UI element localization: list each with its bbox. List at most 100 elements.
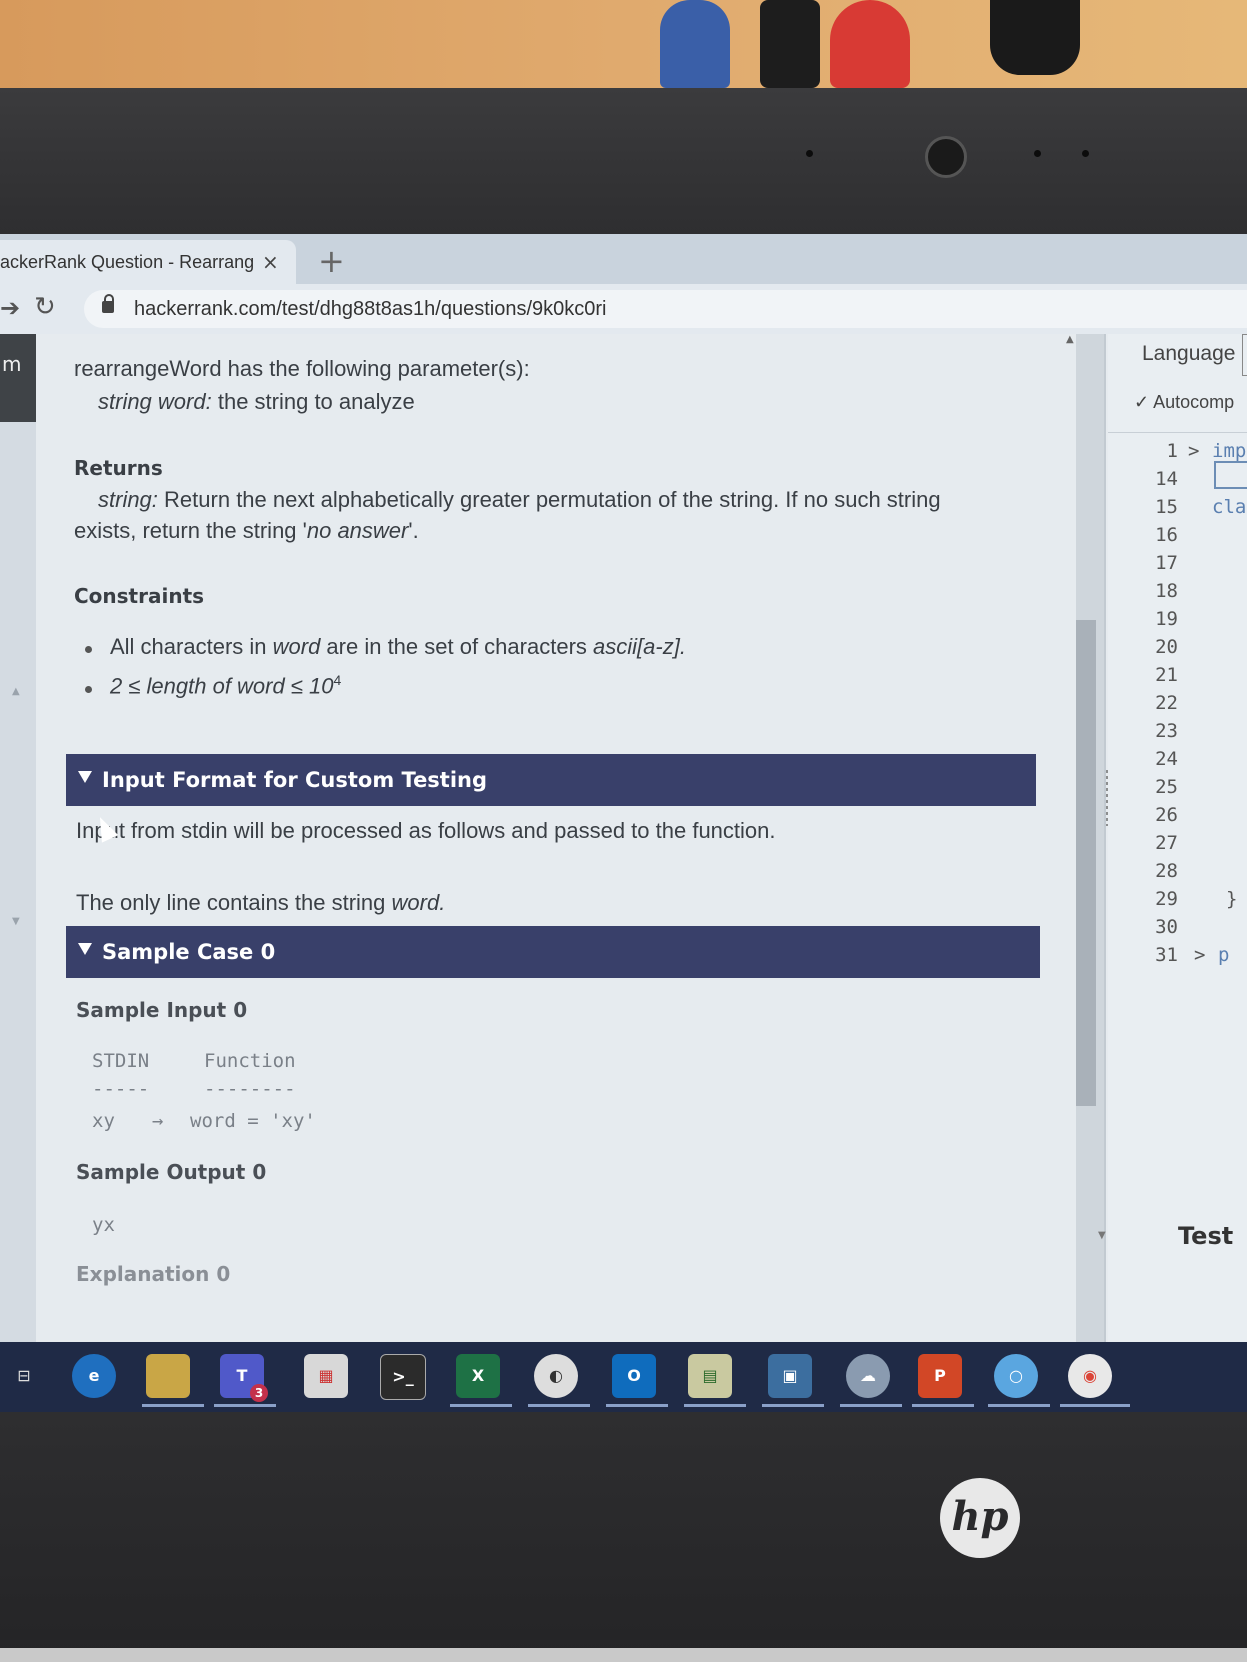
param-type: string word: [98, 389, 212, 414]
running-indicator [684, 1404, 746, 1407]
cortana-icon[interactable]: ○ [994, 1354, 1038, 1398]
constraint-1-b: are in the set of characters [320, 634, 594, 659]
lock-icon [102, 294, 114, 313]
tab-close-icon[interactable]: × [262, 250, 279, 274]
scroll-up-icon[interactable]: ▲ [1066, 334, 1074, 345]
bullet [85, 646, 92, 653]
line-number: 22 [1155, 692, 1178, 714]
powerpoint-icon[interactable]: P [918, 1354, 962, 1398]
editor-divider [1108, 432, 1247, 433]
left-rail-label: m [2, 352, 22, 376]
sample-case-header[interactable]: Sample Case 0 [66, 926, 1040, 978]
line-number: 14 [1155, 468, 1178, 490]
line-number: 30 [1155, 916, 1178, 938]
browser-tab-strip: ackerRank Question - Rearrang × + [0, 234, 1247, 284]
params-intro: rearrangeWord has the following paramete… [74, 356, 530, 381]
webcam [925, 136, 967, 178]
running-indicator [142, 1404, 204, 1407]
store-icon[interactable]: ▦ [304, 1354, 348, 1398]
collapse-down-icon[interactable]: ▼ [12, 916, 20, 927]
sample-output-heading: Sample Output 0 [76, 1160, 267, 1184]
back-arrow-icon[interactable]: ➔ [0, 294, 20, 322]
returns-desc-1: Return the next alphabetically greater p… [164, 487, 941, 512]
expand-arrow-icon [78, 771, 92, 783]
teams-icon[interactable]: T3 [220, 1354, 268, 1402]
address-bar[interactable]: hackerrank.com/test/dhg88t8as1h/question… [84, 290, 1247, 328]
background-object [990, 0, 1080, 75]
stdin-rule: ----- [92, 1078, 150, 1100]
input-format-header[interactable]: Input Format for Custom Testing [66, 754, 1036, 806]
url-text: hackerrank.com/test/dhg88t8as1h/question… [134, 298, 607, 320]
bullet [85, 686, 92, 693]
check-circle-icon: ✓ [1134, 392, 1150, 412]
background-object [660, 0, 730, 88]
chrome-icon[interactable]: ◉ [1068, 1354, 1112, 1398]
returns-line-1: string: Return the next alphabetically g… [98, 487, 941, 513]
returns-type: string: [98, 487, 158, 512]
terminal-icon[interactable]: >_ [380, 1354, 426, 1400]
returns-desc-2-post: '. [408, 518, 419, 543]
expand-arrow-icon [78, 943, 92, 955]
constraint-1-em: word [272, 634, 321, 659]
file-explorer-icon[interactable] [146, 1354, 190, 1398]
problem-statement: rearrangeWord has the following paramete… [36, 334, 1076, 1342]
pane-divider[interactable] [1104, 334, 1106, 1342]
scrollbar-thumb[interactable] [1076, 620, 1096, 1106]
constraint-2-text: 2 ≤ length of word ≤ 10 [110, 673, 334, 699]
laptop-base [0, 1648, 1247, 1662]
stdin-header: STDIN [92, 1050, 150, 1072]
code-line-1: imp [1212, 440, 1247, 462]
laptop-bezel-bottom [0, 1412, 1247, 1662]
line-number: 21 [1155, 664, 1178, 686]
teams-badge: 3 [250, 1384, 268, 1402]
app-lock-icon[interactable]: ▣ [768, 1354, 812, 1398]
fold-chevron-icon[interactable]: > [1194, 944, 1205, 966]
sample-case-title: Sample Case 0 [102, 940, 276, 964]
autocomplete-toggle[interactable]: ✓ Autocomp [1134, 392, 1234, 413]
excel-icon[interactable]: X [456, 1354, 500, 1398]
returns-desc-2-em: no answer [306, 518, 409, 543]
tab-title: ackerRank Question - Rearrang [0, 252, 255, 272]
arrow-icon: → [152, 1110, 164, 1132]
running-indicator [912, 1404, 974, 1407]
globe-icon[interactable]: ◐ [534, 1354, 578, 1398]
sensor-dot [806, 150, 813, 157]
app-cloud-icon[interactable]: ☁ [846, 1354, 890, 1398]
edge-icon[interactable]: e [72, 1354, 116, 1398]
project-icon[interactable]: ▤ [688, 1354, 732, 1398]
page-content: m ▲ ▼ rearrangeWord has the following pa… [0, 334, 1247, 1342]
running-indicator [606, 1404, 668, 1407]
line-number: 29 [1155, 888, 1178, 910]
running-indicator [988, 1404, 1050, 1407]
laptop-bezel-top [0, 88, 1247, 236]
function-rule: -------- [204, 1078, 296, 1100]
input-format-title: Input Format for Custom Testing [102, 768, 488, 792]
fold-chevron-icon[interactable]: > [1188, 440, 1199, 462]
line-number: 1 [1166, 440, 1178, 462]
outlook-icon[interactable]: O [612, 1354, 656, 1398]
new-tab-button[interactable]: + [318, 242, 345, 280]
input-format-line-2-em: word. [391, 890, 446, 915]
test-button[interactable]: Test [1178, 1222, 1233, 1250]
running-indicator [762, 1404, 824, 1407]
left-rail-header[interactable]: m [0, 334, 36, 422]
sample-output-value: yx [92, 1214, 115, 1236]
constraint-1-a: All characters in [110, 634, 273, 659]
line-number: 25 [1155, 776, 1178, 798]
task-view-icon[interactable]: ⊟ [2, 1354, 46, 1398]
collapse-up-icon[interactable]: ▲ [12, 686, 20, 697]
explanation-heading: Explanation 0 [76, 1262, 231, 1286]
browser-tab[interactable]: ackerRank Question - Rearrang × [0, 240, 296, 284]
line-number: 23 [1155, 720, 1178, 742]
param-line: string word: the string to analyze [98, 389, 415, 415]
code-line-31: p [1218, 944, 1230, 966]
line-number: 17 [1155, 552, 1178, 574]
line-number: 28 [1155, 860, 1178, 882]
code-line-15: cla [1212, 496, 1247, 518]
background-object [830, 0, 910, 88]
line-number: 19 [1155, 608, 1178, 630]
reload-icon[interactable]: ↻ [34, 292, 56, 322]
code-editor[interactable]: Language ✓ Autocomp 1 14 15 16 17 18 19 … [1098, 334, 1247, 1342]
scroll-down-icon[interactable]: ▼ [1098, 1230, 1106, 1241]
language-select[interactable] [1242, 334, 1247, 376]
